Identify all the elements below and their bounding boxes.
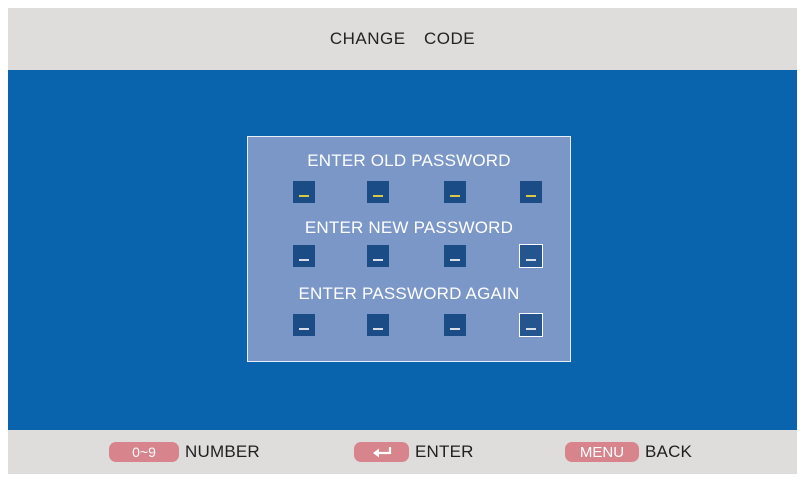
- digit-placeholder: [526, 328, 536, 330]
- number-hint-label: NUMBER: [185, 442, 260, 461]
- confirm-password-digit-2[interactable]: [367, 314, 389, 336]
- number-key[interactable]: 0~9: [109, 442, 179, 462]
- digit-placeholder: [299, 259, 309, 261]
- number-hint[interactable]: 0~9 NUMBER: [109, 442, 260, 462]
- confirm-password-label: ENTER PASSWORD AGAIN: [298, 284, 520, 303]
- new-password-label: ENTER NEW PASSWORD: [304, 218, 514, 237]
- digit-placeholder: [450, 328, 460, 330]
- digit-placeholder: [373, 195, 383, 197]
- old-password-digit-3[interactable]: [444, 181, 466, 203]
- old-password-digit-1[interactable]: [293, 181, 315, 203]
- page-title: CHANGE CODE: [329, 29, 476, 48]
- digit-placeholder: [450, 259, 460, 261]
- digit-placeholder: [373, 328, 383, 330]
- menu-key[interactable]: MENU: [565, 442, 639, 462]
- confirm-password-digit-4[interactable]: [519, 313, 543, 337]
- title-bar: CHANGE CODE: [8, 8, 797, 70]
- enter-key[interactable]: [354, 442, 409, 462]
- menu-hint[interactable]: MENU BACK: [565, 442, 692, 462]
- confirm-password-digit-3[interactable]: [444, 314, 466, 336]
- old-password-digit-4[interactable]: [520, 181, 542, 203]
- digit-placeholder: [526, 195, 536, 197]
- old-password-digit-2[interactable]: [367, 181, 389, 203]
- new-password-digit-1[interactable]: [293, 245, 315, 267]
- old-password-field[interactable]: [248, 181, 570, 205]
- digit-placeholder: [526, 259, 536, 261]
- confirm-password-field[interactable]: [248, 313, 570, 338]
- return-arrow-icon: [372, 447, 391, 458]
- new-password-digit-2[interactable]: [367, 245, 389, 267]
- new-password-digit-4[interactable]: [519, 244, 543, 268]
- change-code-screen: CHANGE CODE ENTER OLD PASSWORD ENTER NEW…: [8, 8, 797, 474]
- digit-placeholder: [299, 195, 309, 197]
- enter-hint-label: ENTER: [415, 442, 474, 461]
- digit-placeholder: [450, 195, 460, 197]
- password-panel: ENTER OLD PASSWORD ENTER NEW PASSWORD EN…: [247, 136, 571, 362]
- digit-placeholder: [373, 259, 383, 261]
- enter-hint[interactable]: ENTER: [354, 442, 474, 462]
- new-password-field[interactable]: [248, 244, 570, 269]
- digit-placeholder: [299, 328, 309, 330]
- confirm-password-digit-1[interactable]: [293, 314, 315, 336]
- new-password-digit-3[interactable]: [444, 245, 466, 267]
- old-password-label: ENTER OLD PASSWORD: [307, 151, 511, 170]
- key-hint-bar: 0~9 NUMBER ENTER MENU BACK: [8, 430, 797, 474]
- menu-hint-label: BACK: [645, 442, 693, 461]
